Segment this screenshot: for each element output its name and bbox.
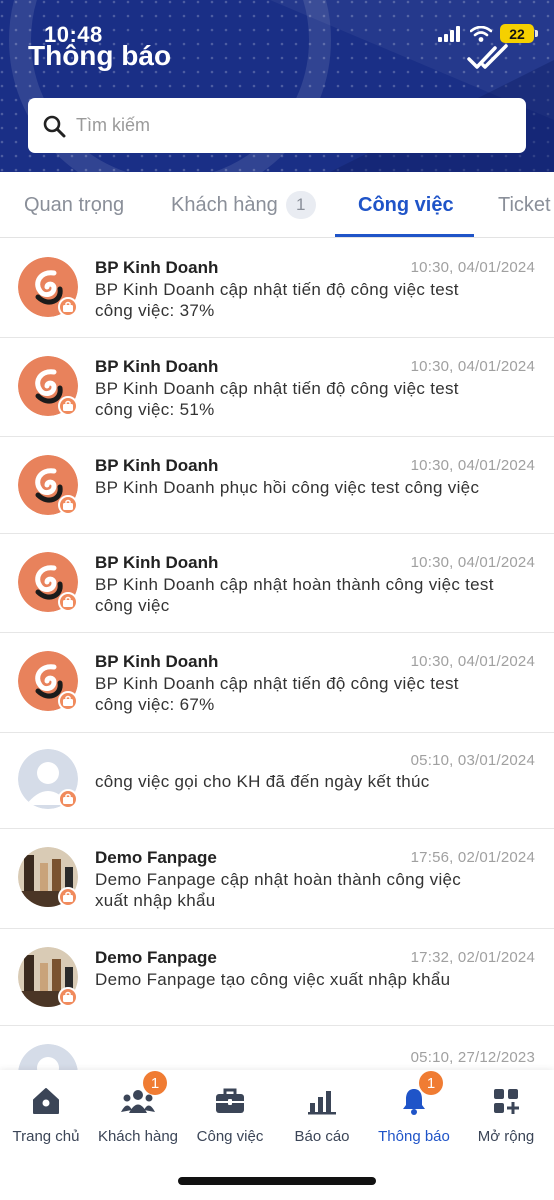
notification-time: 05:10, 27/12/2023 <box>410 1049 535 1066</box>
notification-time: 05:10, 03/01/2024 <box>410 752 535 769</box>
nav-badge: 1 <box>419 1071 443 1095</box>
notification-sender: BP Kinh Doanh <box>95 357 219 376</box>
tab-label: Ticket <box>498 193 551 216</box>
briefcase-icon <box>213 1084 247 1118</box>
notification-message-line: BP Kinh Doanh cập nhật hoàn thành công v… <box>95 575 494 594</box>
notification-message-line: BP Kinh Doanh cập nhật tiến độ công việc… <box>95 674 459 693</box>
app-header: 10:48 22 Thông báo <box>0 0 554 172</box>
notification-item[interactable]: BP Kinh Doanh 10:30, 04/01/2024 BP Kinh … <box>0 338 554 437</box>
signal-icon <box>438 25 460 42</box>
nav-label: Mở rộng <box>477 1128 535 1145</box>
nav-label: Khách hàng <box>97 1128 179 1145</box>
notification-time: 17:56, 02/01/2024 <box>410 849 535 866</box>
notification-message-line: công việc: 37% <box>95 301 215 320</box>
nav-label: Công việc <box>196 1128 264 1145</box>
lock-badge-icon <box>58 691 78 711</box>
notification-item[interactable]: 05:10, 03/01/2024 công việc gọi cho KH đ… <box>0 733 554 829</box>
page-title: Thông báo <box>28 40 172 71</box>
notification-message-line: BP Kinh Doanh cập nhật tiến độ công việc… <box>95 280 459 299</box>
lock-badge-icon <box>58 396 78 416</box>
notification-sender: BP Kinh Doanh <box>95 652 219 671</box>
mark-all-read-icon[interactable] <box>466 44 514 72</box>
notification-item[interactable]: Demo Fanpage 17:56, 02/01/2024 Demo Fanp… <box>0 829 554 929</box>
nav-item-customers[interactable]: 1 Khách hàng <box>92 1071 184 1145</box>
lock-badge-icon <box>58 297 78 317</box>
nav-label: Trang chủ <box>12 1128 80 1145</box>
nav-badge: 1 <box>143 1071 167 1095</box>
tab-quan-trong[interactable]: Quan trọng <box>24 172 124 238</box>
tab-label: Quan trọng <box>24 193 125 216</box>
notification-sender: BP Kinh Doanh <box>95 258 219 277</box>
lock-badge-icon <box>58 495 78 515</box>
users-icon: 1 <box>121 1071 167 1118</box>
notification-time: 10:30, 04/01/2024 <box>410 457 535 474</box>
notification-list: BP Kinh Doanh 10:30, 04/01/2024 BP Kinh … <box>0 239 554 1104</box>
bell-icon: 1 <box>397 1071 443 1118</box>
notification-item[interactable]: BP Kinh Doanh 10:30, 04/01/2024 BP Kinh … <box>0 239 554 338</box>
status-icons: 22 <box>438 24 538 43</box>
lock-badge-icon <box>58 887 78 907</box>
notification-message-line: công việc <box>95 596 170 615</box>
wifi-icon <box>470 25 492 42</box>
notification-message-line: xuất nhập khẩu <box>95 891 216 910</box>
lock-badge-icon <box>58 987 78 1007</box>
search-icon <box>43 115 66 137</box>
notification-item[interactable]: Demo Fanpage 17:32, 02/01/2024 Demo Fanp… <box>0 929 554 1026</box>
notification-time: 10:30, 04/01/2024 <box>410 358 535 375</box>
active-tab-indicator <box>335 234 474 237</box>
notification-sender: BP Kinh Doanh <box>95 456 219 475</box>
notification-message-line: công việc: 67% <box>95 695 215 714</box>
notification-message-line: BP Kinh Doanh phục hồi công việc test cô… <box>95 478 480 497</box>
tab-label: Công việc <box>358 193 454 216</box>
notification-time: 17:32, 02/01/2024 <box>410 949 535 966</box>
home-indicator <box>178 1177 376 1185</box>
notification-message-line: Demo Fanpage tạo công việc xuất nhập khẩ… <box>95 970 451 989</box>
category-tabs: Quan trọng Khách hàng 1 Công việc Ticket <box>0 172 554 238</box>
lock-badge-icon <box>58 789 78 809</box>
notification-sender: Demo Fanpage <box>95 948 217 967</box>
notification-time: 10:30, 04/01/2024 <box>410 259 535 276</box>
search-bar[interactable] <box>28 98 526 153</box>
nav-item-tasks[interactable]: Công việc <box>184 1084 276 1145</box>
lock-badge-icon <box>58 592 78 612</box>
tab-cong-viec[interactable]: Công việc <box>358 172 454 238</box>
notification-message-line: công việc gọi cho KH đã đến ngày kết thú… <box>95 772 430 791</box>
notification-message-line: BP Kinh Doanh cập nhật tiến độ công việc… <box>95 379 459 398</box>
nav-label: Thông báo <box>378 1128 450 1145</box>
tab-count-badge: 1 <box>285 191 316 219</box>
grid-plus-icon <box>489 1084 523 1118</box>
tab-ticket[interactable]: Ticket <box>498 172 551 238</box>
notification-time: 10:30, 04/01/2024 <box>410 554 535 571</box>
bar-chart-icon <box>305 1084 339 1118</box>
search-input[interactable] <box>76 115 476 136</box>
nav-item-notifications[interactable]: 1 Thông báo <box>368 1071 460 1145</box>
notification-item[interactable]: BP Kinh Doanh 10:30, 04/01/2024 BP Kinh … <box>0 633 554 733</box>
tab-label: Khách hàng <box>171 193 278 216</box>
nav-item-reports[interactable]: Báo cáo <box>276 1084 368 1145</box>
notification-sender: BP Kinh Doanh <box>95 553 219 572</box>
nav-item-home[interactable]: Trang chủ <box>0 1084 92 1145</box>
battery-indicator: 22 <box>500 24 538 43</box>
notification-time: 10:30, 04/01/2024 <box>410 653 535 670</box>
notification-item[interactable]: BP Kinh Doanh 10:30, 04/01/2024 BP Kinh … <box>0 437 554 534</box>
notification-sender: Demo Fanpage <box>95 848 217 867</box>
nav-label: Báo cáo <box>294 1128 350 1145</box>
tab-khach-hang[interactable]: Khách hàng 1 <box>171 172 316 238</box>
nav-item-more[interactable]: Mở rộng <box>460 1084 552 1145</box>
notification-item[interactable]: BP Kinh Doanh 10:30, 04/01/2024 BP Kinh … <box>0 534 554 633</box>
notification-message-line: công việc: 51% <box>95 400 215 419</box>
home-icon <box>29 1084 63 1118</box>
notification-message-line: Demo Fanpage cập nhật hoàn thành công vi… <box>95 870 462 889</box>
